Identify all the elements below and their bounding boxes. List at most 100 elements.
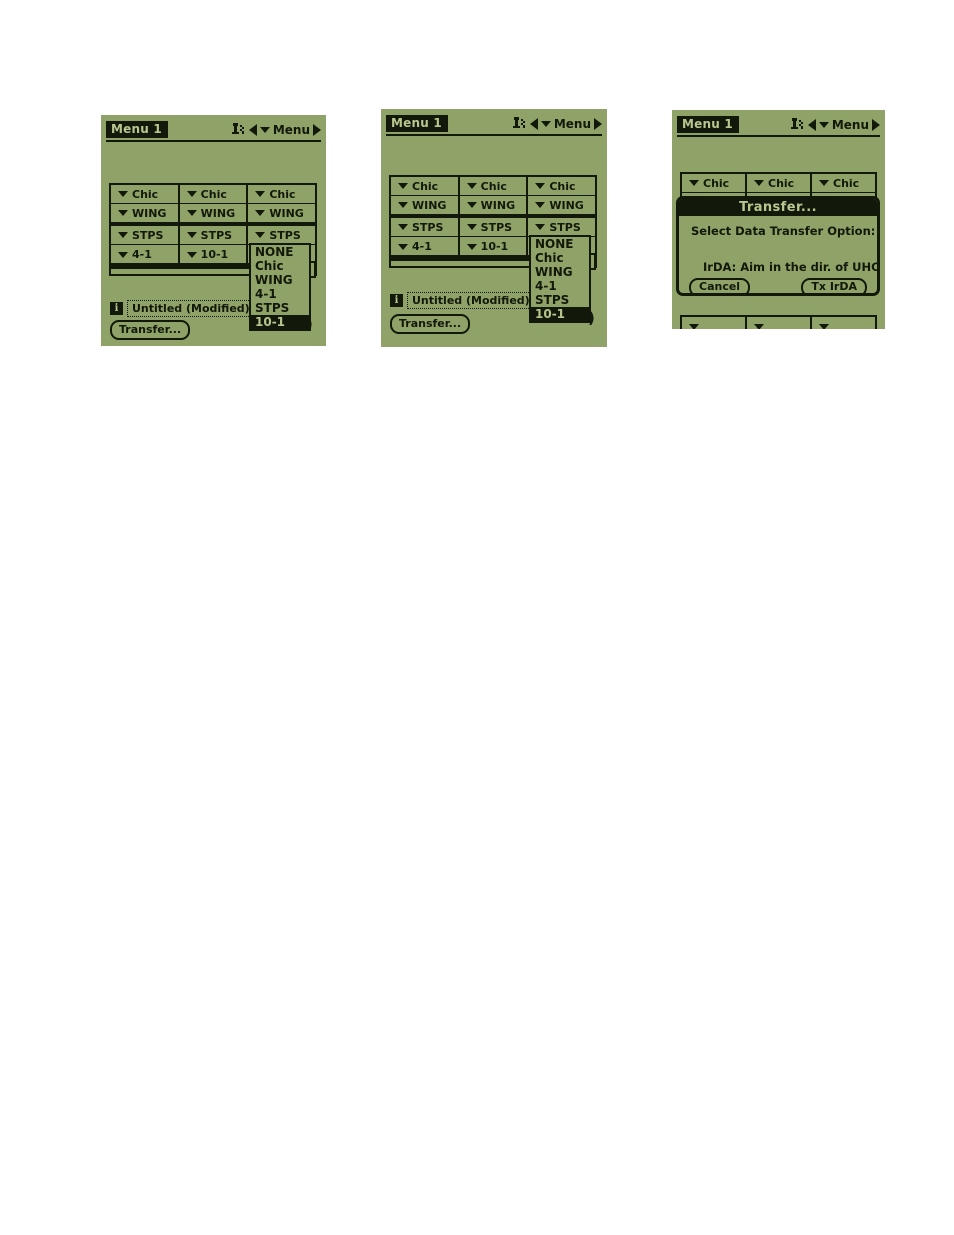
combo-cell[interactable]: Chic [111, 185, 180, 204]
combo-cell[interactable]: Chic [391, 177, 460, 196]
dropdown-item[interactable]: STPS [531, 293, 589, 307]
combo-value: STPS [412, 220, 444, 234]
combo-value: WING [412, 198, 447, 212]
combo-value: Chic [132, 187, 159, 201]
combo-value: STPS [269, 228, 301, 242]
chevron-down-icon [689, 180, 699, 186]
combo-cell[interactable]: WING [179, 204, 249, 223]
combo-cell[interactable] [747, 317, 812, 329]
dialog-title: Transfer... [679, 199, 877, 216]
dropdown-item[interactable]: Chic [531, 251, 589, 265]
chevron-down-icon [186, 191, 197, 197]
combo-cell[interactable]: WING [391, 196, 460, 215]
title-tab[interactable]: Menu 1 [386, 115, 448, 132]
tx-irda-button[interactable]: Tx IrDA [801, 278, 867, 293]
chevron-down-icon [689, 323, 699, 329]
combo-cell[interactable]: 10-1 [180, 245, 249, 264]
titlebar-controls: Menu [231, 121, 321, 138]
dropdown-item[interactable]: 4-1 [531, 279, 589, 293]
combo-cell[interactable]: 4-1 [111, 245, 180, 264]
info-icon[interactable]: i [390, 294, 403, 307]
dropdown-item[interactable]: STPS [251, 301, 309, 315]
triangle-left-icon[interactable] [529, 117, 538, 130]
dialog-prompt: Select Data Transfer Option: [691, 224, 876, 238]
cancel-button[interactable]: Cancel [689, 278, 751, 293]
triangle-right-icon[interactable] [313, 123, 321, 136]
triangle-left-icon[interactable] [807, 118, 816, 131]
triangle-left-icon[interactable] [248, 123, 257, 136]
combo-cell[interactable]: Chic [528, 177, 596, 196]
dropdown-item[interactable]: Chic [251, 259, 309, 273]
tool-icon[interactable] [790, 117, 805, 132]
combo-cell[interactable]: Chic [812, 174, 875, 193]
combo-cell[interactable]: STPS [179, 226, 249, 245]
triangle-right-icon[interactable] [872, 118, 880, 131]
triangle-down-icon[interactable] [818, 121, 829, 128]
chevron-down-icon [255, 232, 266, 238]
open-dropdown-list[interactable]: NONE Chic WING 4-1 STPS 10-1 [529, 235, 591, 323]
pda-screen-3: Menu 1 Menu Chic Chic Chic WING WI [672, 110, 885, 329]
combo-value: 10-1 [480, 240, 509, 253]
combo-cell[interactable]: WING [459, 196, 529, 215]
chevron-down-icon [118, 251, 128, 258]
title-tab[interactable]: Menu 1 [106, 121, 168, 138]
tool-icon[interactable] [512, 116, 527, 131]
triangle-down-icon[interactable] [540, 120, 551, 127]
document-status: i Untitled (Modified) [110, 300, 255, 317]
combo-value: WING [269, 206, 304, 220]
titlebar-controls: Menu [790, 116, 880, 133]
menu-label[interactable]: Menu [832, 118, 869, 132]
dropdown-item-selected[interactable]: 10-1 [251, 315, 309, 329]
combo-cell[interactable]: Chic [248, 185, 316, 204]
triangle-down-icon[interactable] [259, 126, 270, 133]
chevron-down-icon [398, 224, 408, 230]
dropdown-item[interactable]: 4-1 [251, 287, 309, 301]
combo-cell[interactable]: WING [528, 196, 596, 215]
combo-value: STPS [549, 220, 581, 234]
chevron-down-icon [535, 202, 546, 208]
chevron-down-icon [398, 202, 408, 208]
combo-cell[interactable]: STPS [459, 218, 529, 237]
title-tab[interactable]: Menu 1 [677, 116, 739, 133]
document-name: Untitled (Modified) [407, 292, 535, 309]
transfer-dialog: Transfer... Select Data Transfer Option:… [676, 196, 880, 296]
combo-cell[interactable] [812, 317, 875, 329]
dropdown-item[interactable]: WING [251, 273, 309, 287]
menu-label[interactable]: Menu [554, 117, 591, 131]
chevron-down-icon [466, 183, 477, 189]
combo-cell[interactable]: WING [248, 204, 316, 223]
combo-cell[interactable] [682, 317, 747, 329]
chevron-down-icon [186, 210, 197, 216]
chevron-down-icon [819, 180, 829, 186]
dialog-option-text: IrDA: Aim in the dir. of UHC [703, 260, 880, 274]
menu-label[interactable]: Menu [273, 123, 310, 137]
combo-cell[interactable]: 10-1 [460, 237, 529, 256]
combo-cell[interactable]: WING [111, 204, 180, 223]
open-dropdown-list[interactable]: NONE Chic WING 4-1 STPS 10-1 [249, 243, 311, 331]
dropdown-item[interactable]: NONE [531, 237, 589, 251]
triangle-right-icon[interactable] [594, 117, 602, 130]
chevron-down-icon [186, 232, 197, 238]
chevron-down-icon [754, 323, 764, 329]
combo-value: 10-1 [200, 248, 229, 261]
transfer-button[interactable]: Transfer... [110, 320, 191, 340]
chevron-down-icon [118, 191, 128, 197]
combo-cell[interactable]: Chic [747, 174, 812, 193]
transfer-button[interactable]: Transfer... [390, 314, 471, 334]
info-icon[interactable]: i [110, 302, 123, 315]
combo-cell[interactable]: Chic [179, 185, 249, 204]
combo-cell[interactable]: STPS [391, 218, 460, 237]
combo-cell[interactable]: Chic [459, 177, 529, 196]
combo-cell[interactable]: STPS [111, 226, 180, 245]
document-status: i Untitled (Modified) [390, 292, 535, 309]
grid-row [682, 317, 875, 329]
combo-cell[interactable]: Chic [682, 174, 747, 193]
tool-icon[interactable] [231, 122, 246, 137]
dropdown-item[interactable]: NONE [251, 245, 309, 259]
combo-cell[interactable]: 4-1 [391, 237, 460, 256]
chevron-down-icon [398, 183, 408, 189]
dropdown-item-selected[interactable]: 10-1 [531, 307, 589, 321]
pda-screen-1: Menu 1 Menu Chic Chic Chic WING WING WIN… [101, 115, 326, 346]
combo-value: Chic [200, 187, 227, 201]
dropdown-item[interactable]: WING [531, 265, 589, 279]
